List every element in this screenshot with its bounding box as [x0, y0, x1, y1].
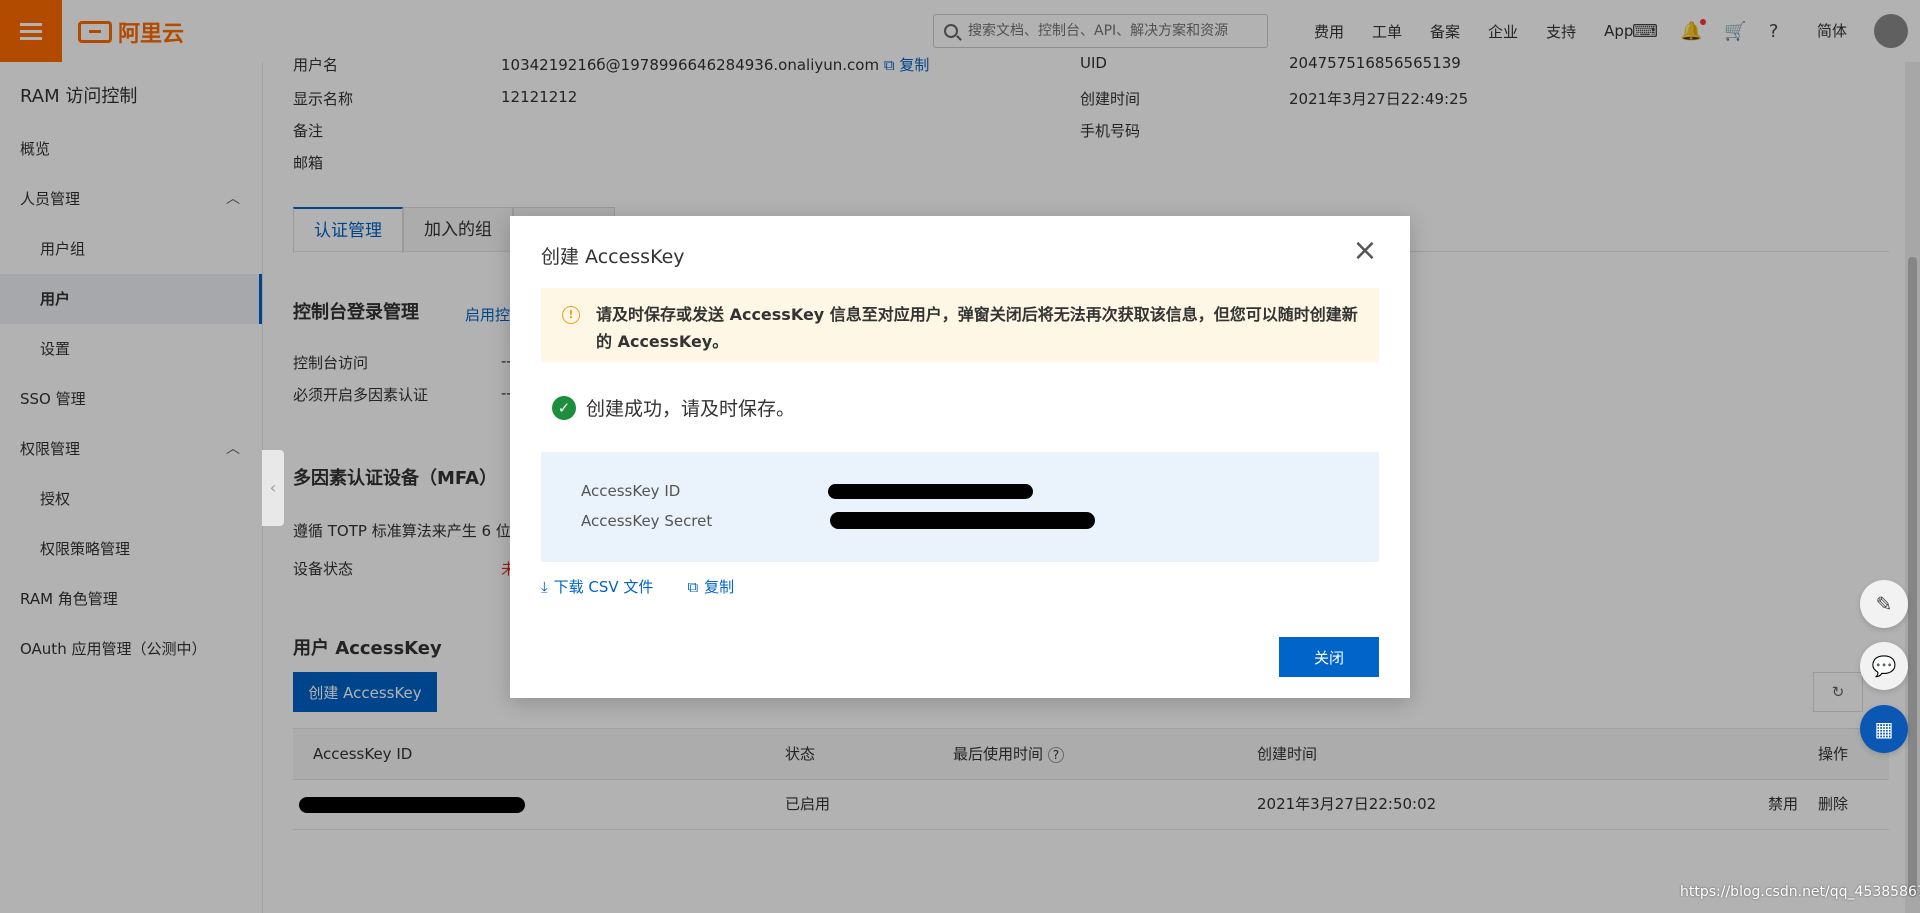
download-csv-link[interactable]: ⤓ 下载 CSV 文件: [541, 576, 653, 597]
success-text: 创建成功，请及时保存。: [586, 398, 796, 420]
download-icon: ⤓: [541, 577, 548, 596]
apps-grid-icon[interactable]: ▦: [1860, 705, 1908, 753]
key-id-label: AccessKey ID: [581, 482, 681, 500]
success-message: ✓ 创建成功，请及时保存。: [552, 394, 795, 421]
redacted-key-secret: [830, 512, 1095, 529]
dialog-title: 创建 AccessKey: [541, 246, 685, 268]
sidebar-collapse-handle[interactable]: ‹: [262, 450, 284, 526]
copy-link[interactable]: ⧉ 复制: [687, 576, 734, 597]
warning-message: ! 请及时保存或发送 AccessKey 信息至对应用户，弹窗关闭后将无法再次获…: [541, 288, 1379, 362]
dialog-actions: ⤓ 下载 CSV 文件 ⧉ 复制: [541, 576, 734, 597]
accesskey-info-box: AccessKey ID AccessKey Secret: [541, 452, 1379, 562]
warning-text: 请及时保存或发送 AccessKey 信息至对应用户，弹窗关闭后将无法再次获取该…: [596, 305, 1358, 351]
copy-icon: ⧉: [687, 577, 699, 596]
chat-icon[interactable]: 💬: [1860, 642, 1908, 690]
key-secret-label: AccessKey Secret: [581, 512, 713, 530]
close-button[interactable]: 关闭: [1279, 637, 1379, 677]
watermark-text: https://blog.csdn.net/qq_45385867: [1680, 884, 1920, 900]
redacted-key-id: [828, 484, 1033, 499]
warning-icon: !: [562, 306, 580, 324]
create-accesskey-dialog: 创建 AccessKey × ! 请及时保存或发送 AccessKey 信息至对…: [510, 216, 1410, 698]
close-icon[interactable]: ×: [1350, 236, 1380, 266]
feedback-edit-icon[interactable]: ✎: [1860, 580, 1908, 628]
chevron-left-icon: ‹: [269, 478, 277, 497]
copy-label: 复制: [704, 578, 735, 596]
check-circle-icon: ✓: [552, 395, 576, 420]
download-csv-label: 下载 CSV 文件: [553, 578, 654, 596]
